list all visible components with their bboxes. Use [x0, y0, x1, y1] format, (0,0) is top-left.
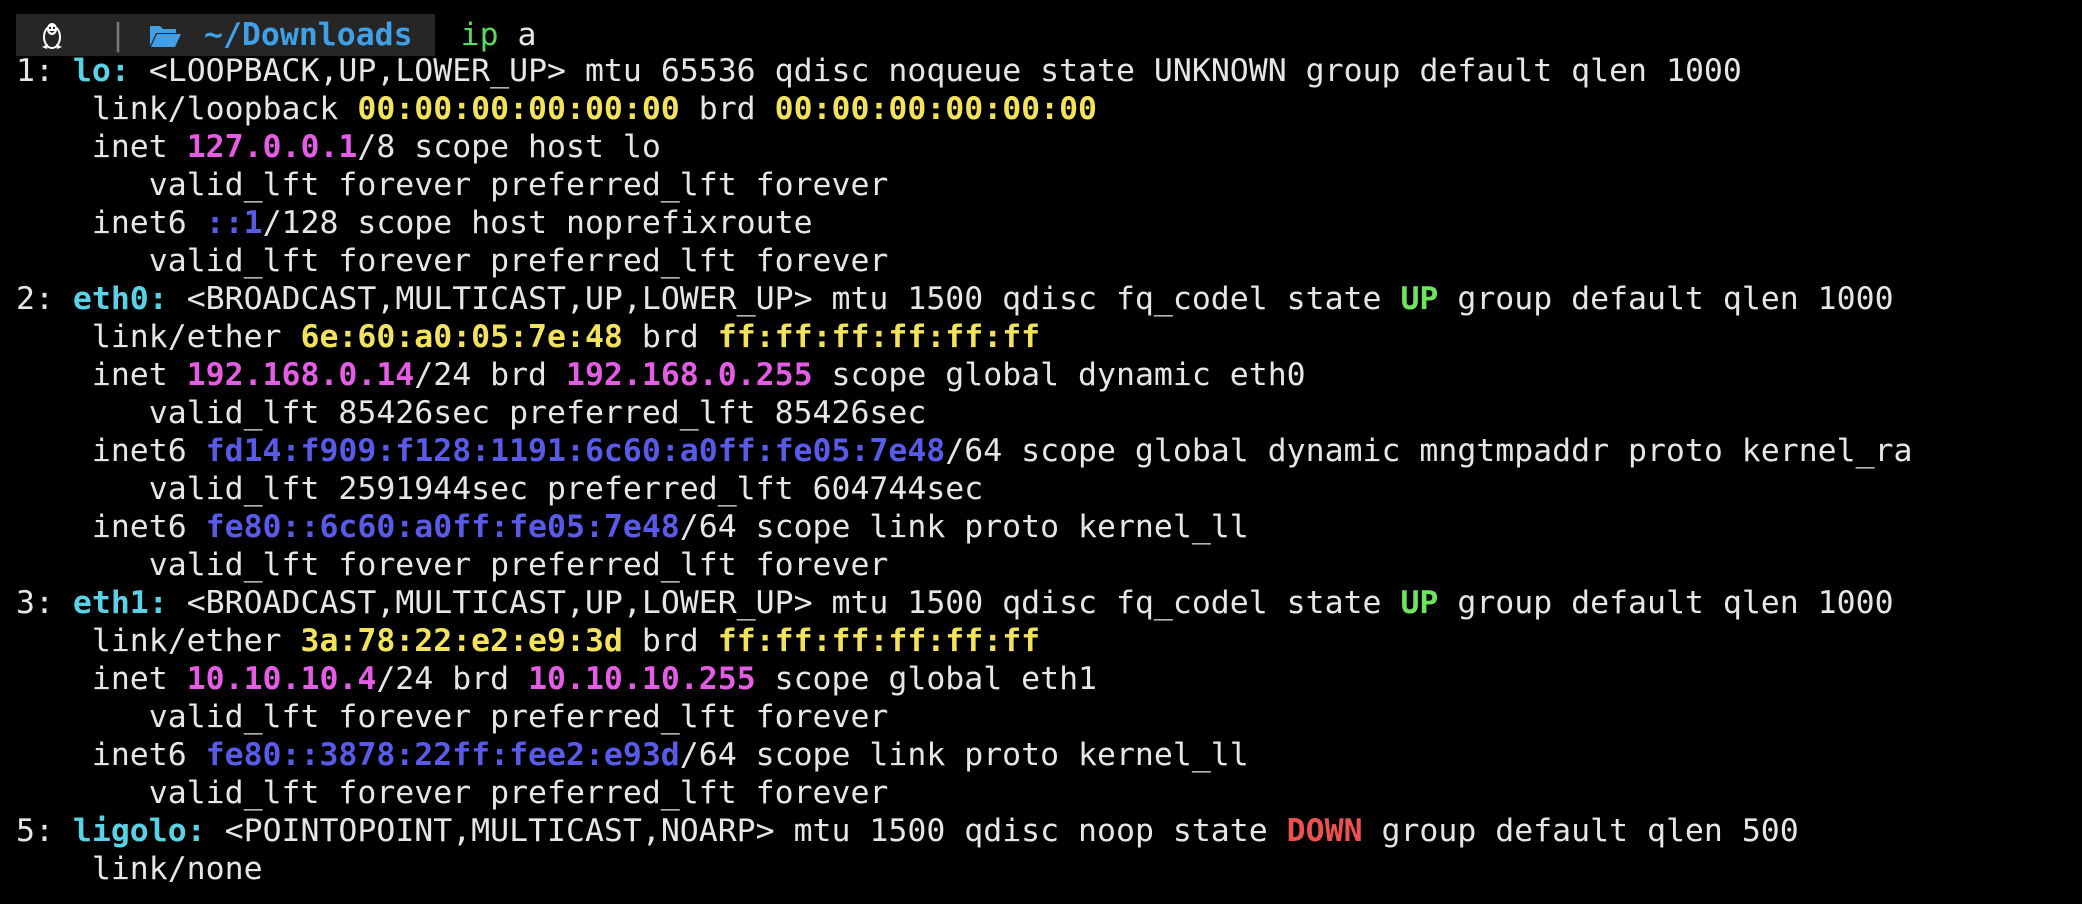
iface-state: UNKNOWN — [1153, 53, 1287, 89]
brd-label: brd — [698, 91, 756, 127]
brd-mac-address: ff:ff:ff:ff:ff:ff — [717, 319, 1041, 355]
iface-name: ligolo: — [72, 813, 206, 849]
lft-line: valid_lft 2591944sec preferred_lft 60474… — [16, 470, 983, 508]
prompt-os-segment — [16, 14, 88, 56]
iface-header-eth0: 2: eth0: <BROADCAST,MULTICAST,UP,LOWER_U… — [16, 280, 1894, 318]
link-line-eth1: link/ether 3a:78:22:e2:e9:3d brd ff:ff:f… — [16, 622, 1040, 660]
terminal-window[interactable]: | ~/Downloads ip a 1: lo: <LOOPBACK,UP,L… — [0, 0, 2082, 904]
lifetime-text: valid_lft forever preferred_lft forever — [148, 243, 889, 279]
iface-tail: group default qlen 1000 — [1305, 53, 1742, 89]
link-type: link/loopback — [91, 91, 339, 127]
lft-line: valid_lft forever preferred_lft forever — [16, 698, 889, 736]
link-type: link/none — [91, 851, 263, 887]
mac-address: 3a:78:22:e2:e9:3d — [300, 623, 623, 659]
iface-header-eth1: 3: eth1: <BROADCAST,MULTICAST,UP,LOWER_U… — [16, 584, 1894, 622]
iface-name: eth1: — [72, 585, 168, 621]
ipv4-address: 127.0.0.1 — [186, 129, 358, 165]
lifetime-text: valid_lft forever preferred_lft forever — [148, 699, 889, 735]
iface-flags: <POINTOPOINT,MULTICAST,NOARP> mtu 1500 q… — [224, 813, 1268, 849]
brd-label: brd — [641, 623, 699, 659]
inet-mid: /24 brd — [414, 357, 548, 393]
iface-state: DOWN — [1286, 813, 1363, 849]
iface-state: UP — [1400, 585, 1439, 621]
ipv4-broadcast: 192.168.0.255 — [566, 357, 813, 393]
inet6-link-line-eth1: inet6 fe80::3878:22ff:fee2:e93d/64 scope… — [16, 736, 1249, 774]
command-name: ip — [460, 17, 499, 53]
ipv4-address: 192.168.0.14 — [186, 357, 415, 393]
iface-name: lo: — [72, 53, 130, 89]
inet6-suffix: /64 scope link proto kernel_ll — [679, 509, 1249, 545]
iface-flags: <BROADCAST,MULTICAST,UP,LOWER_UP> mtu 15… — [186, 585, 1382, 621]
prompt-directory-segment: ~/Downloads — [148, 14, 435, 56]
ipv4-address: 10.10.10.4 — [186, 661, 377, 697]
command-input[interactable]: ip a — [461, 14, 537, 56]
ipv6-address: fd14:f909:f128:1191:6c60:a0ff:fe05:7e48 — [205, 433, 946, 469]
iface-index: 2: — [16, 281, 54, 317]
iface-name: eth0: — [72, 281, 168, 317]
shell-prompt: | ~/Downloads ip a — [16, 14, 537, 56]
inet-line-eth0: inet 192.168.0.14/24 brd 192.168.0.255 s… — [16, 356, 1306, 394]
lifetime-text: valid_lft forever preferred_lft forever — [148, 547, 889, 583]
inet6-line-eth0: inet6 fd14:f909:f128:1191:6c60:a0ff:fe05… — [16, 432, 1913, 470]
ipv6-address: fe80::6c60:a0ff:fe05:7e48 — [205, 509, 680, 545]
ipv6-address: ::1 — [205, 205, 263, 241]
lft-line: valid_lft forever preferred_lft forever — [16, 546, 889, 584]
iface-tail: group default qlen 1000 — [1457, 585, 1894, 621]
inet-line-eth1: inet 10.10.10.4/24 brd 10.10.10.255 scop… — [16, 660, 1097, 698]
iface-flags: <BROADCAST,MULTICAST,UP,LOWER_UP> mtu 15… — [186, 281, 1382, 317]
inet-suffix: scope global eth1 — [774, 661, 1098, 697]
link-type: link/ether — [91, 319, 282, 355]
inet6-link-line-eth0: inet6 fe80::6c60:a0ff:fe05:7e48/64 scope… — [16, 508, 1249, 546]
inet6-label: inet6 — [91, 433, 187, 469]
link-line-ligolo: link/none — [16, 850, 263, 888]
iface-header-lo: 1: lo: <LOOPBACK,UP,LOWER_UP> mtu 65536 … — [16, 52, 1742, 90]
lifetime-text: valid_lft 85426sec preferred_lft 85426se… — [148, 395, 927, 431]
ipv6-address: fe80::3878:22ff:fee2:e93d — [205, 737, 680, 773]
linux-tux-icon — [42, 23, 62, 49]
lifetime-text: valid_lft 2591944sec preferred_lft 60474… — [148, 471, 984, 507]
brd-mac-address: ff:ff:ff:ff:ff:ff — [717, 623, 1041, 659]
inet-suffix: scope global dynamic eth0 — [831, 357, 1306, 393]
inet6-label: inet6 — [91, 737, 187, 773]
prompt-separator: | — [88, 14, 148, 56]
iface-index: 5: — [16, 813, 54, 849]
link-type: link/ether — [91, 623, 282, 659]
inet6-suffix: /128 scope host noprefixroute — [262, 205, 813, 241]
command-argument: a — [517, 17, 537, 53]
iface-header-ligolo: 5: ligolo: <POINTOPOINT,MULTICAST,NOARP>… — [16, 812, 1799, 850]
current-directory: ~/Downloads — [204, 17, 413, 53]
link-line-lo: link/loopback 00:00:00:00:00:00 brd 00:0… — [16, 90, 1097, 128]
link-line-eth0: link/ether 6e:60:a0:05:7e:48 brd ff:ff:f… — [16, 318, 1040, 356]
inet6-line-lo: inet6 ::1/128 scope host noprefixroute — [16, 204, 813, 242]
lifetime-text: valid_lft forever preferred_lft forever — [148, 775, 889, 811]
iface-flags: <LOOPBACK,UP,LOWER_UP> mtu 65536 qdisc n… — [148, 53, 1135, 89]
inet6-label: inet6 — [91, 205, 187, 241]
lft-line: valid_lft forever preferred_lft forever — [16, 166, 889, 204]
mac-address: 6e:60:a0:05:7e:48 — [300, 319, 623, 355]
inet-label: inet — [91, 129, 168, 165]
ipv4-broadcast: 10.10.10.255 — [528, 661, 756, 697]
brd-mac-address: 00:00:00:00:00:00 — [774, 91, 1098, 127]
iface-tail: group default qlen 500 — [1381, 813, 1799, 849]
inet6-suffix: /64 scope global dynamic mngtmpaddr prot… — [945, 433, 1913, 469]
iface-tail: group default qlen 1000 — [1457, 281, 1894, 317]
lft-line: valid_lft 85426sec preferred_lft 85426se… — [16, 394, 927, 432]
inet-mid: /24 brd — [376, 661, 510, 697]
lft-line: valid_lft forever preferred_lft forever — [16, 774, 889, 812]
inet6-suffix: /64 scope link proto kernel_ll — [679, 737, 1249, 773]
folder-open-icon — [148, 22, 182, 48]
lft-line: valid_lft forever preferred_lft forever — [16, 242, 889, 280]
brd-label: brd — [641, 319, 699, 355]
iface-index: 1: — [16, 53, 54, 89]
inet-label: inet — [91, 357, 168, 393]
iface-index: 3: — [16, 585, 54, 621]
iface-state: UP — [1400, 281, 1439, 317]
inet-line-lo: inet 127.0.0.1/8 scope host lo — [16, 128, 661, 166]
inet6-label: inet6 — [91, 509, 187, 545]
mac-address: 00:00:00:00:00:00 — [357, 91, 680, 127]
lifetime-text: valid_lft forever preferred_lft forever — [148, 167, 889, 203]
inet-suffix: /8 scope host lo — [357, 129, 661, 165]
inet-label: inet — [91, 661, 168, 697]
